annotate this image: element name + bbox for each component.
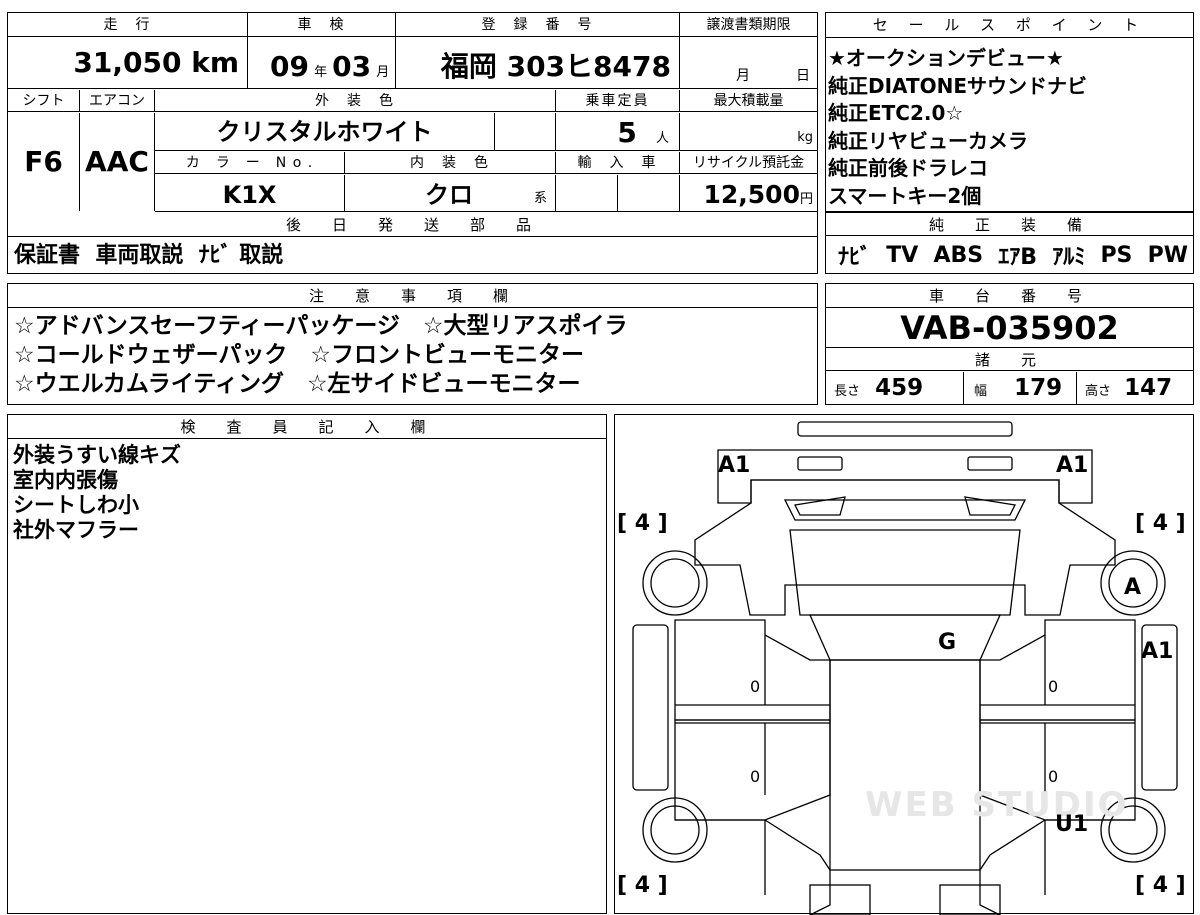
diagram-watermark: WEB STUDIO [865, 785, 1129, 825]
later-parts-header: 後 日 発 送 部 品 [8, 213, 817, 237]
specs-header: 諸 元 [826, 349, 1193, 371]
sales-point-item: 純正ETC2.0☆ [828, 101, 964, 125]
aircon-value: AAC [85, 145, 149, 178]
mark-right-rear: U1 [1055, 812, 1089, 837]
interior-color-value: クロ [425, 181, 473, 209]
sales-points-panel: セ ー ル ス ポ イ ン ト ★オークションデビュー★ 純正DIATONEサウ… [825, 12, 1194, 212]
row3-header: カ ラ ー N o . 内 装 色 輸 入 車 リサイクル預託金 [155, 152, 817, 174]
row3-values: K1X クロ 系 12,500円 [155, 175, 817, 212]
equipment-pw: PW [1147, 242, 1188, 268]
registration-header: 登 録 番 号 [396, 13, 680, 37]
mark-door-right-rear: 0 [1048, 767, 1059, 786]
recycle-header: リサイクル預託金 [692, 155, 805, 171]
mark-door-left-rear: 0 [750, 767, 761, 786]
sales-point-item: ★オークションデビュー★ [828, 46, 1064, 70]
inspector-note: 社外マフラー [13, 518, 139, 542]
chassis-header: 車 台 番 号 [826, 284, 1193, 308]
capacity-header: 乗車定員 [556, 90, 680, 112]
capacity-value: 5 [617, 116, 637, 149]
inspector-note: 室内内張傷 [13, 468, 118, 492]
inspection-year-unit: 年 [314, 65, 328, 80]
row2-values: クリスタルホワイト 5 人 kg [155, 113, 817, 151]
note-line: ☆アドバンスセーフティーパッケージ ☆大型リアスポイラ [14, 313, 628, 339]
inspection-month: 03 [332, 50, 372, 83]
recycle-unit: 円 [799, 192, 813, 207]
mark-right-fender: A1 [1141, 639, 1174, 664]
mark-tire-rear-right: [ 4 ] [1135, 873, 1186, 898]
mark-tire-rear-left: [ 4 ] [617, 873, 668, 898]
inspector-note: シートしわ小 [13, 493, 139, 517]
sales-point-item: 純正DIATONEサウンドナビ [828, 73, 1088, 98]
interior-color-header: 内 装 色 [345, 152, 556, 174]
genuine-equipment-panel: 純 正 装 備 ﾅﾋﾞ TV ABS ｴｱB ｱﾙﾐ PS PW [825, 212, 1194, 274]
aircon-header: エアコン [80, 90, 155, 112]
vehicle-info-table: 走 行 車 検 登 録 番 号 譲渡書類期限 31,050 km 09 年 03… [7, 12, 818, 274]
mark-windshield: G [938, 630, 957, 655]
mark-front-left: A1 [718, 453, 751, 478]
mileage-header: 走 行 [8, 13, 248, 37]
equipment-navi: ﾅﾋﾞ [838, 245, 872, 270]
inspection-year: 09 [270, 50, 309, 83]
max-load-unit: kg [797, 130, 813, 145]
sales-point-item: 純正前後ドラレコ [828, 156, 988, 180]
genuine-equipment-header: 純 正 装 備 [826, 212, 1193, 236]
row1-values: 31,050 km 09 年 03 月 福岡 303ヒ8478 月 日 [8, 37, 817, 89]
length-label: 長さ [834, 384, 861, 399]
shift-header: シフト [8, 90, 80, 112]
width-value: 179 [1014, 375, 1063, 401]
equipment-tv: TV [886, 242, 919, 268]
later-parts-value: 保証書 車両取説 ﾅﾋﾞ 取説 [14, 243, 284, 268]
car-outline [632, 421, 1178, 915]
width-label: 幅 [974, 384, 988, 399]
height-label: 高さ [1085, 384, 1112, 399]
color-no-header: カ ラ ー N o . [155, 152, 345, 174]
transfer-day-unit: 日 [796, 68, 810, 84]
car-damage-diagram: WEB STUDIO A1 A1 [ 4 ] [ 4 ] [ 4 ] [ 4 ]… [614, 414, 1194, 915]
notes-list: ☆アドバンスセーフティーパッケージ ☆大型リアスポイラ ☆コールドウェザーパック… [14, 312, 814, 399]
registration-value: 福岡 303ヒ8478 [440, 50, 671, 83]
length-value: 459 [875, 375, 924, 401]
sales-point-item: 純正リヤビューカメラ [828, 128, 1028, 153]
sales-points-list: ★オークションデビュー★ 純正DIATONEサウンドナビ 純正ETC2.0☆ 純… [828, 45, 1192, 210]
equipment-alloy: ｱﾙﾐ [1052, 245, 1086, 270]
notes-panel: 注 意 事 項 欄 ☆アドバンスセーフティーパッケージ ☆大型リアスポイラ ☆コ… [7, 283, 818, 405]
transfer-month-unit: 月 [736, 68, 750, 84]
equipment-abs: ABS [933, 242, 984, 268]
notes-header: 注 意 事 項 欄 [8, 284, 817, 308]
color-no-value: K1X [222, 181, 277, 209]
capacity-unit: 人 [655, 131, 669, 146]
mark-tire-front-left: [ 4 ] [617, 511, 668, 536]
mark-door-left-front: 0 [750, 677, 761, 696]
transfer-deadline-header: 譲渡書類期限 [706, 17, 791, 33]
equipment-ps: PS [1100, 242, 1133, 268]
shift-value: F6 [24, 145, 63, 178]
equipment-airbag: ｴｱB [998, 245, 1038, 270]
mark-tire-front-right: [ 4 ] [1135, 511, 1186, 536]
row1-header: 走 行 車 検 登 録 番 号 譲渡書類期限 [8, 13, 817, 37]
inspector-note: 外装うすい線キズ [13, 443, 181, 467]
mark-front-right: A1 [1056, 453, 1089, 478]
row2-header: シフト エアコン 外 装 色 乗車定員 最大積載量 [8, 90, 817, 112]
max-load-header: 最大積載量 [713, 93, 784, 109]
sales-point-item: スマートキー2個 [828, 183, 982, 208]
chassis-number: VAB-035902 [900, 309, 1119, 347]
inspector-panel: 検 査 員 記 入 欄 外装うすい線キズ 室内内張傷 シートしわ小 社外マフラー [7, 414, 607, 914]
inspector-notes: 外装うすい線キズ 室内内張傷 シートしわ小 社外マフラー [13, 443, 603, 543]
note-line: ☆コールドウェザーパック ☆フロントビューモニター [14, 342, 585, 368]
mileage-value: 31,050 km [73, 46, 239, 79]
sales-points-header: セ ー ル ス ポ イ ン ト [826, 13, 1193, 38]
height-value: 147 [1124, 375, 1173, 401]
recycle-value: 12,500 [703, 180, 800, 209]
note-line: ☆ウエルカムライティング ☆左サイドビューモニター [14, 371, 581, 397]
inspection-month-unit: 月 [376, 65, 390, 80]
mark-wheel-right-front: A [1124, 575, 1142, 600]
import-header: 輸 入 車 [556, 152, 680, 174]
mark-door-right-front: 0 [1048, 677, 1059, 696]
exterior-color-value: クリスタルホワイト [216, 118, 433, 146]
inspection-header: 車 検 [248, 13, 396, 37]
exterior-color-header: 外 装 色 [155, 90, 556, 112]
chassis-panel: 車 台 番 号 VAB-035902 諸 元 長さ 459 幅 179 高さ 1… [825, 283, 1194, 405]
inspector-header: 検 査 員 記 入 欄 [8, 415, 606, 439]
